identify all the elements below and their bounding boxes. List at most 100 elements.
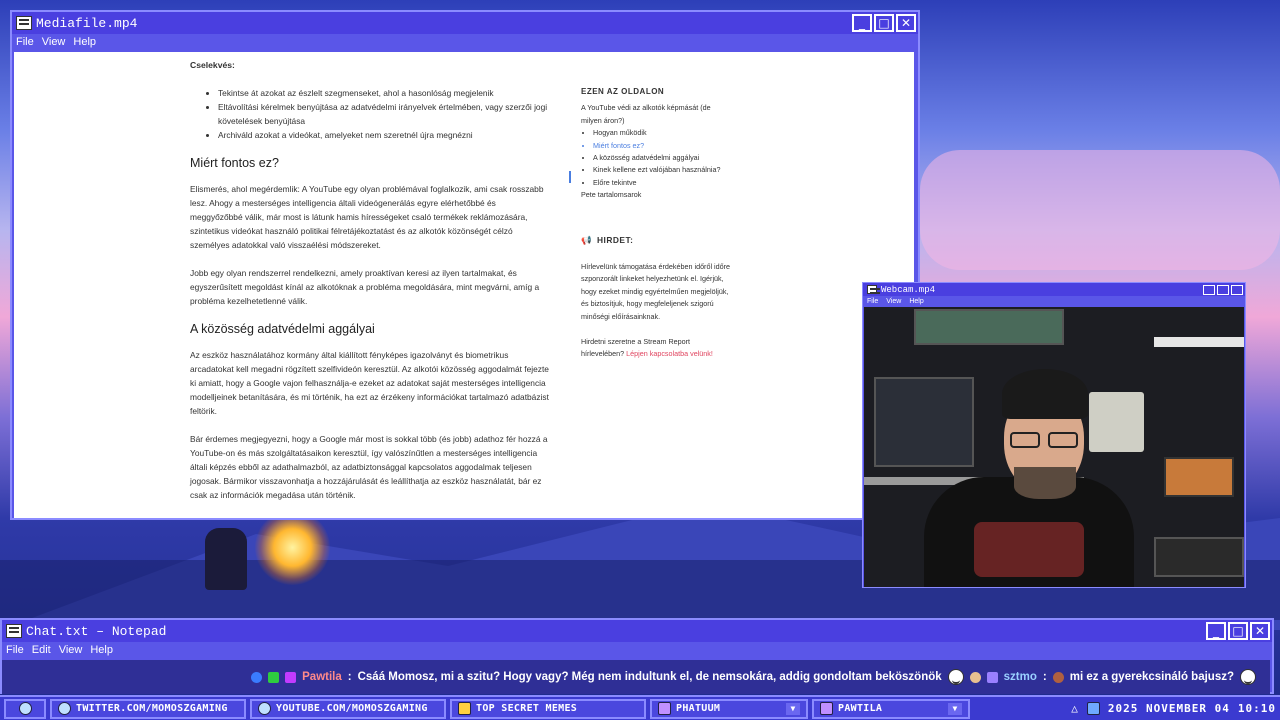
ad-box: 📢 HIRDET: Hírlevelünk támogatása érdekéb… bbox=[581, 234, 731, 373]
heading-why-important: Miért fontos ez? bbox=[190, 156, 279, 170]
face-emote-icon bbox=[969, 671, 981, 683]
toc-header: EZEN AZ OLDALON bbox=[581, 87, 665, 96]
menu-edit[interactable]: Edit bbox=[32, 644, 51, 656]
chevron-down-icon[interactable]: ▼ bbox=[948, 702, 962, 715]
taskbar-item-phatuum[interactable]: PHATUUM ▼ bbox=[650, 698, 808, 719]
close-button[interactable]: ✕ bbox=[896, 14, 916, 32]
taskbar-item-pawtila[interactable]: PAWTILA ▼ bbox=[812, 698, 970, 719]
chat-window-title: Chat.txt – Notepad bbox=[26, 623, 167, 639]
clock-date: 2025 NOVEMBER 04 bbox=[1107, 702, 1230, 715]
user-badge-icon bbox=[986, 671, 998, 683]
person-cap bbox=[1002, 369, 1088, 419]
contact-link[interactable]: Lépjen kapcsolatba velünk! bbox=[626, 349, 713, 358]
ad-paragraph-contact: Hirdetni szeretne a Stream Report hírlev… bbox=[581, 336, 731, 361]
taskbar-item-label: PAWTILA bbox=[838, 703, 883, 714]
chat-message-text: Csáá Momosz, mi a szitu? Hogy vagy? Még … bbox=[357, 671, 942, 683]
paragraph: Az eszköz használatához kormány által ki… bbox=[190, 350, 549, 416]
network-icon[interactable] bbox=[1086, 702, 1100, 715]
menu-help[interactable]: Help bbox=[73, 36, 96, 48]
toc-item[interactable]: Előre tekintve bbox=[593, 177, 731, 189]
webcam-titlebar[interactable]: Webcam.mp4 bbox=[863, 283, 1245, 296]
chat-username[interactable]: sztmo bbox=[1004, 671, 1037, 683]
torch-glow bbox=[255, 510, 330, 585]
maximize-button[interactable]: □ bbox=[874, 14, 894, 32]
tray-arrow-icon[interactable]: △ bbox=[1071, 702, 1079, 715]
webcam-feed bbox=[864, 307, 1244, 587]
ad-header-text: HIRDET: bbox=[596, 235, 634, 245]
media-titlebar[interactable]: Mediafile.mp4 _ □ ✕ bbox=[12, 12, 918, 34]
menu-view[interactable]: View bbox=[42, 36, 66, 48]
taskbar-item-memes[interactable]: TOP SECRET MEMES bbox=[450, 698, 646, 719]
ad-paragraph: Hírlevelünk támogatása érdekében időről … bbox=[581, 261, 731, 321]
shelf bbox=[1154, 337, 1244, 347]
menu-view[interactable]: View bbox=[886, 298, 901, 305]
chat-window: Chat.txt – Notepad _ □ ✕ File Edit View … bbox=[0, 618, 1274, 694]
toc-item-active[interactable]: Miért fontos ez? bbox=[593, 140, 731, 152]
table-of-contents: EZEN AZ OLDALON A YouTube védi az alkotó… bbox=[569, 86, 731, 202]
star-icon bbox=[820, 702, 833, 715]
megaphone-icon: 📢 bbox=[581, 235, 592, 245]
taskbar-item-twitter[interactable]: TWITTER.COM/MOMOSZGAMING bbox=[50, 698, 246, 719]
start-button[interactable] bbox=[4, 698, 46, 719]
webcam-window-title: Webcam.mp4 bbox=[881, 284, 936, 295]
person-beard bbox=[1014, 467, 1076, 499]
taskbar-item-label: YOUTUBE.COM/MOMOSZGAMING bbox=[276, 703, 428, 714]
background-figure bbox=[205, 528, 247, 590]
glasses-left bbox=[1010, 432, 1040, 448]
chat-username[interactable]: Pawtila bbox=[302, 671, 342, 683]
clock-time: 10:10 bbox=[1237, 702, 1276, 715]
menu-view[interactable]: View bbox=[59, 644, 83, 656]
close-button[interactable]: ✕ bbox=[1250, 622, 1270, 640]
chat-messages: Pawtila : Csáá Momosz, mi a szitu? Hogy … bbox=[2, 660, 1270, 694]
menu-file[interactable]: File bbox=[6, 644, 24, 656]
menu-help[interactable]: Help bbox=[909, 298, 923, 305]
webcam-window: Webcam.mp4 File View Help bbox=[862, 282, 1246, 588]
folder-icon bbox=[458, 702, 471, 715]
media-content: Cselekvés: Tekintse át azokat az észlelt… bbox=[14, 52, 914, 518]
background-cloud bbox=[920, 150, 1280, 270]
clapperboard-icon bbox=[16, 16, 32, 30]
shirt-print bbox=[974, 522, 1084, 577]
globe-icon bbox=[18, 702, 32, 715]
smiley-emote-icon bbox=[947, 669, 964, 685]
chat-message-text: mi ez a gyerekcsináló bajusz? bbox=[1069, 671, 1234, 683]
chat-menubar: File Edit View Help bbox=[2, 642, 1272, 658]
list-item: Tekintse át azokat az észlelt szegmensek… bbox=[218, 86, 550, 100]
taskbar-item-label: TOP SECRET MEMES bbox=[476, 703, 578, 714]
menu-file[interactable]: File bbox=[16, 36, 34, 48]
smiley-emote-icon bbox=[1240, 669, 1256, 685]
taskbar-item-label: TWITTER.COM/MOMOSZGAMING bbox=[76, 703, 228, 714]
toc-item[interactable]: Kinek kellene ezt valójában használnia? bbox=[593, 164, 731, 176]
toc-footer-link[interactable]: Pete tartalomsarok bbox=[581, 189, 731, 201]
ad-header: 📢 HIRDET: bbox=[581, 234, 731, 247]
paragraph: Jobb egy olyan rendszerrel rendelkezni, … bbox=[190, 268, 540, 306]
clapperboard-icon bbox=[867, 285, 880, 294]
maximize-button[interactable]: □ bbox=[1228, 622, 1248, 640]
globe-icon bbox=[258, 702, 271, 715]
webcam-menubar: File View Help bbox=[863, 296, 1245, 306]
glasses-right bbox=[1048, 432, 1078, 448]
menu-help[interactable]: Help bbox=[90, 644, 113, 656]
toc-item[interactable]: A közösség adatvédelmi aggályai bbox=[593, 152, 731, 164]
paragraph: Bár érdemes megjegyezni, hogy a Google m… bbox=[190, 434, 548, 500]
menu-file[interactable]: File bbox=[867, 298, 878, 305]
taskbar-item-label: PHATUUM bbox=[676, 703, 721, 714]
chat-titlebar[interactable]: Chat.txt – Notepad _ □ ✕ bbox=[2, 620, 1272, 642]
maximize-button[interactable] bbox=[1217, 284, 1229, 295]
keyboard bbox=[1154, 537, 1244, 577]
media-window-title: Mediafile.mp4 bbox=[36, 15, 138, 31]
minimize-button[interactable]: _ bbox=[1206, 622, 1226, 640]
minimize-button[interactable]: _ bbox=[852, 14, 872, 32]
book-on-shelf bbox=[1164, 457, 1234, 497]
taskbar-item-youtube[interactable]: YOUTUBE.COM/MOMOSZGAMING bbox=[250, 698, 446, 719]
toc-item[interactable]: Hogyan működik bbox=[593, 127, 731, 139]
chat-separator: : bbox=[347, 671, 352, 683]
system-tray: △ 2025 NOVEMBER 04 10:10 bbox=[1071, 702, 1276, 715]
close-button[interactable] bbox=[1231, 284, 1243, 295]
crt-monitor bbox=[1089, 392, 1144, 452]
chevron-down-icon[interactable]: ▼ bbox=[786, 702, 800, 715]
toc-intro-link[interactable]: A YouTube védi az alkotók képmását (de m… bbox=[581, 102, 731, 127]
minimize-button[interactable] bbox=[1203, 284, 1215, 295]
mustache-emote-icon bbox=[1052, 671, 1064, 683]
check-badge-icon bbox=[268, 671, 280, 683]
